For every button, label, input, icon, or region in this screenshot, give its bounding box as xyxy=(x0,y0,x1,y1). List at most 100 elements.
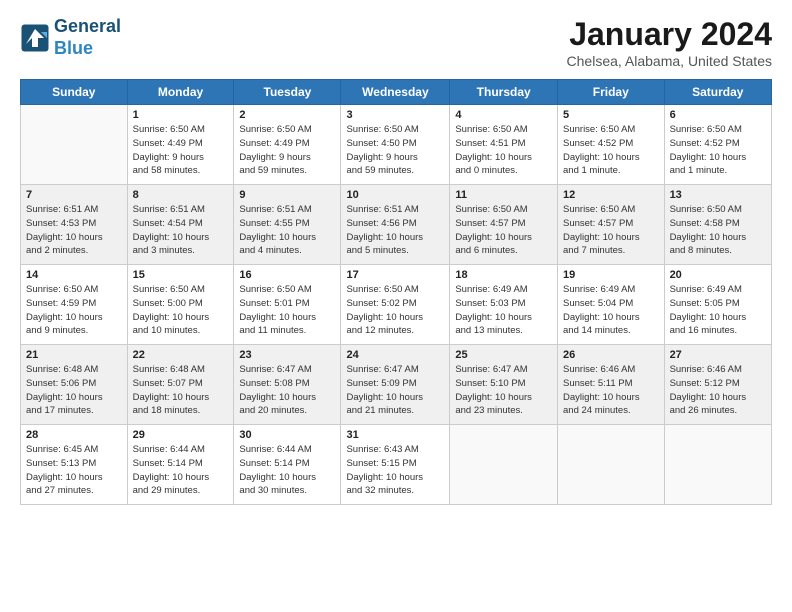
day-info: Sunrise: 6:48 AM Sunset: 5:06 PM Dayligh… xyxy=(26,363,122,418)
day-info: Sunrise: 6:50 AM Sunset: 4:59 PM Dayligh… xyxy=(26,283,122,338)
calendar-cell: 10 Sunrise: 6:51 AM Sunset: 4:56 PM Dayli… xyxy=(341,185,450,265)
day-info: Sunrise: 6:50 AM Sunset: 4:52 PM Dayligh… xyxy=(563,123,659,178)
weekday-header-row: SundayMondayTuesdayWednesdayThursdayFrid… xyxy=(21,80,772,105)
calendar-cell: 30Sunrise: 6:44 AM Sunset: 5:14 PM Dayli… xyxy=(234,425,341,505)
day-info: Sunrise: 6:51 AM Sunset: 4:56 PM Dayligh… xyxy=(346,203,444,258)
day-info: Sunrise: 6:46 AM Sunset: 5:11 PM Dayligh… xyxy=(563,363,659,418)
calendar-cell: 2 Sunrise: 6:50 AM Sunset: 4:49 PM Daylig… xyxy=(234,105,341,185)
calendar-cell: 8 Sunrise: 6:51 AM Sunset: 4:54 PM Daylig… xyxy=(127,185,234,265)
day-number: 17 xyxy=(346,269,444,281)
calendar-week-1: 1 Sunrise: 6:50 AM Sunset: 4:49 PM Daylig… xyxy=(21,105,772,185)
weekday-header-saturday: Saturday xyxy=(664,80,771,105)
weekday-header-sunday: Sunday xyxy=(21,80,128,105)
calendar-cell: 15Sunrise: 6:50 AM Sunset: 5:00 PM Dayli… xyxy=(127,265,234,345)
calendar-title: January 2024 xyxy=(567,16,772,53)
logo-icon xyxy=(20,23,50,53)
day-number: 2 xyxy=(239,109,335,121)
weekday-header-wednesday: Wednesday xyxy=(341,80,450,105)
weekday-header-friday: Friday xyxy=(558,80,665,105)
calendar-cell: 12 Sunrise: 6:50 AM Sunset: 4:57 PM Dayli… xyxy=(558,185,665,265)
day-info: Sunrise: 6:49 AM Sunset: 5:05 PM Dayligh… xyxy=(670,283,766,338)
calendar-cell: 25 Sunrise: 6:47 AM Sunset: 5:10 PM Dayli… xyxy=(450,345,558,425)
day-number: 14 xyxy=(26,269,122,281)
logo: General Blue xyxy=(20,16,121,59)
day-number: 1 xyxy=(133,109,229,121)
day-number: 6 xyxy=(670,109,766,121)
day-number: 26 xyxy=(563,349,659,361)
day-number: 25 xyxy=(455,349,552,361)
day-number: 8 xyxy=(133,189,229,201)
calendar-cell: 20 Sunrise: 6:49 AM Sunset: 5:05 PM Dayli… xyxy=(664,265,771,345)
calendar-table: SundayMondayTuesdayWednesdayThursdayFrid… xyxy=(20,79,772,505)
day-number: 13 xyxy=(670,189,766,201)
calendar-cell: 6 Sunrise: 6:50 AM Sunset: 4:52 PM Daylig… xyxy=(664,105,771,185)
calendar-cell xyxy=(558,425,665,505)
day-number: 31 xyxy=(346,429,444,441)
calendar-cell: 4Sunrise: 6:50 AM Sunset: 4:51 PM Daylig… xyxy=(450,105,558,185)
day-info: Sunrise: 6:50 AM Sunset: 4:52 PM Dayligh… xyxy=(670,123,766,178)
logo-line2: Blue xyxy=(54,38,121,60)
day-number: 20 xyxy=(670,269,766,281)
day-info: Sunrise: 6:50 AM Sunset: 4:50 PM Dayligh… xyxy=(346,123,444,178)
day-info: Sunrise: 6:50 AM Sunset: 4:57 PM Dayligh… xyxy=(563,203,659,258)
day-info: Sunrise: 6:50 AM Sunset: 4:57 PM Dayligh… xyxy=(455,203,552,258)
weekday-header-monday: Monday xyxy=(127,80,234,105)
day-info: Sunrise: 6:44 AM Sunset: 5:14 PM Dayligh… xyxy=(133,443,229,498)
logo-line1: General xyxy=(54,16,121,38)
day-number: 12 xyxy=(563,189,659,201)
calendar-cell: 7Sunrise: 6:51 AM Sunset: 4:53 PM Daylig… xyxy=(21,185,128,265)
day-info: Sunrise: 6:48 AM Sunset: 5:07 PM Dayligh… xyxy=(133,363,229,418)
day-info: Sunrise: 6:51 AM Sunset: 4:55 PM Dayligh… xyxy=(239,203,335,258)
weekday-header-thursday: Thursday xyxy=(450,80,558,105)
calendar-cell xyxy=(664,425,771,505)
calendar-subtitle: Chelsea, Alabama, United States xyxy=(567,53,772,69)
day-number: 3 xyxy=(346,109,444,121)
day-number: 27 xyxy=(670,349,766,361)
day-info: Sunrise: 6:50 AM Sunset: 5:01 PM Dayligh… xyxy=(239,283,335,338)
calendar-cell: 31 Sunrise: 6:43 AM Sunset: 5:15 PM Dayli… xyxy=(341,425,450,505)
day-number: 15 xyxy=(133,269,229,281)
day-number: 5 xyxy=(563,109,659,121)
calendar-cell: 19 Sunrise: 6:49 AM Sunset: 5:04 PM Dayli… xyxy=(558,265,665,345)
day-info: Sunrise: 6:46 AM Sunset: 5:12 PM Dayligh… xyxy=(670,363,766,418)
calendar-cell: 5 Sunrise: 6:50 AM Sunset: 4:52 PM Daylig… xyxy=(558,105,665,185)
header: General Blue January 2024 Chelsea, Alaba… xyxy=(20,16,772,69)
day-number: 9 xyxy=(239,189,335,201)
calendar-cell xyxy=(450,425,558,505)
day-number: 24 xyxy=(346,349,444,361)
day-info: Sunrise: 6:45 AM Sunset: 5:13 PM Dayligh… xyxy=(26,443,122,498)
day-number: 29 xyxy=(133,429,229,441)
day-info: Sunrise: 6:49 AM Sunset: 5:04 PM Dayligh… xyxy=(563,283,659,338)
calendar-cell: 28Sunrise: 6:45 AM Sunset: 5:13 PM Dayli… xyxy=(21,425,128,505)
calendar-cell: 13 Sunrise: 6:50 AM Sunset: 4:58 PM Dayli… xyxy=(664,185,771,265)
day-info: Sunrise: 6:50 AM Sunset: 4:49 PM Dayligh… xyxy=(239,123,335,178)
day-number: 19 xyxy=(563,269,659,281)
day-info: Sunrise: 6:50 AM Sunset: 5:02 PM Dayligh… xyxy=(346,283,444,338)
calendar-cell: 16 Sunrise: 6:50 AM Sunset: 5:01 PM Dayli… xyxy=(234,265,341,345)
calendar-week-3: 14 Sunrise: 6:50 AM Sunset: 4:59 PM Dayli… xyxy=(21,265,772,345)
day-info: Sunrise: 6:50 AM Sunset: 4:58 PM Dayligh… xyxy=(670,203,766,258)
weekday-header-tuesday: Tuesday xyxy=(234,80,341,105)
calendar-cell: 29 Sunrise: 6:44 AM Sunset: 5:14 PM Dayli… xyxy=(127,425,234,505)
day-info: Sunrise: 6:47 AM Sunset: 5:10 PM Dayligh… xyxy=(455,363,552,418)
day-number: 10 xyxy=(346,189,444,201)
calendar-week-4: 21 Sunrise: 6:48 AM Sunset: 5:06 PM Dayli… xyxy=(21,345,772,425)
day-info: Sunrise: 6:43 AM Sunset: 5:15 PM Dayligh… xyxy=(346,443,444,498)
calendar-cell: 3 Sunrise: 6:50 AM Sunset: 4:50 PM Daylig… xyxy=(341,105,450,185)
day-info: Sunrise: 6:51 AM Sunset: 4:54 PM Dayligh… xyxy=(133,203,229,258)
day-info: Sunrise: 6:51 AM Sunset: 4:53 PM Dayligh… xyxy=(26,203,122,258)
calendar-header: SundayMondayTuesdayWednesdayThursdayFrid… xyxy=(21,80,772,105)
day-number: 21 xyxy=(26,349,122,361)
calendar-cell: 24Sunrise: 6:47 AM Sunset: 5:09 PM Dayli… xyxy=(341,345,450,425)
calendar-cell: 1Sunrise: 6:50 AM Sunset: 4:49 PM Daylig… xyxy=(127,105,234,185)
day-number: 23 xyxy=(239,349,335,361)
calendar-cell: 17 Sunrise: 6:50 AM Sunset: 5:02 PM Dayli… xyxy=(341,265,450,345)
calendar-cell: 11Sunrise: 6:50 AM Sunset: 4:57 PM Dayli… xyxy=(450,185,558,265)
calendar-body: 1 Sunrise: 6:50 AM Sunset: 4:49 PM Daylig… xyxy=(21,105,772,505)
calendar-cell: 22Sunrise: 6:48 AM Sunset: 5:07 PM Dayli… xyxy=(127,345,234,425)
calendar-cell: 18Sunrise: 6:49 AM Sunset: 5:03 PM Dayli… xyxy=(450,265,558,345)
day-number: 16 xyxy=(239,269,335,281)
calendar-cell: 26 Sunrise: 6:46 AM Sunset: 5:11 PM Dayli… xyxy=(558,345,665,425)
calendar-week-5: 28Sunrise: 6:45 AM Sunset: 5:13 PM Dayli… xyxy=(21,425,772,505)
day-info: Sunrise: 6:47 AM Sunset: 5:08 PM Dayligh… xyxy=(239,363,335,418)
